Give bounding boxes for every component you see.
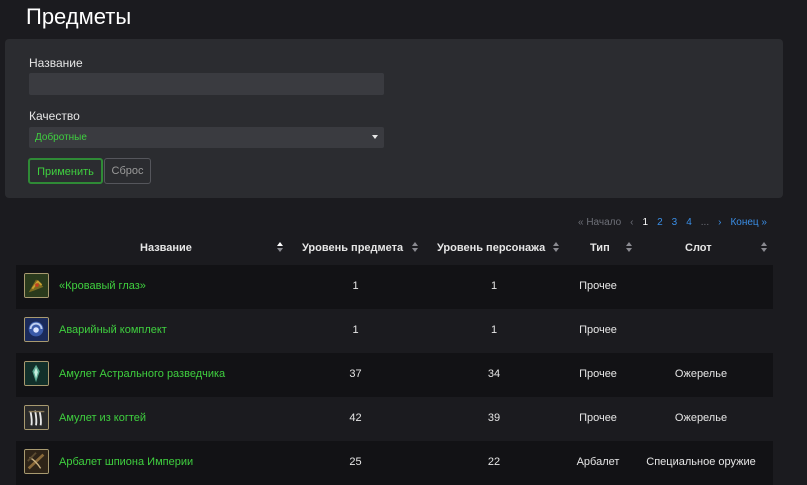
item-name-link[interactable]: Аварийный комплект <box>59 324 167 336</box>
page-title: Предметы <box>26 4 132 29</box>
sort-asc-icon[interactable] <box>277 242 283 252</box>
header-type[interactable]: Тип <box>590 242 610 254</box>
name-label: Название <box>29 56 83 70</box>
slot-cell: Ожерелье <box>674 368 728 380</box>
item-level-cell: 42 <box>349 412 362 424</box>
emergency-kit-icon[interactable] <box>24 317 49 342</box>
pagination-page-2[interactable]: 2 <box>657 217 663 228</box>
claw-amulet-icon[interactable] <box>24 405 49 430</box>
table-row: Арбалет шпиона Империи 25 22 Арбалет Спе… <box>16 441 773 485</box>
filter-panel: Название Качество Добротные Применить Сб… <box>5 39 783 198</box>
name-input[interactable] <box>29 73 384 95</box>
pagination-page-4[interactable]: 4 <box>686 217 692 228</box>
type-cell: Прочее <box>579 324 617 336</box>
quality-select-value: Добротные <box>35 132 87 143</box>
char-level-cell: 1 <box>490 324 498 336</box>
red-eye-gem-icon[interactable] <box>24 273 49 298</box>
table-row: Амулет Астрального разведчика 37 34 Проч… <box>16 353 773 397</box>
pagination-next[interactable]: › <box>718 217 721 228</box>
header-name[interactable]: Название <box>140 242 192 254</box>
sort-icon[interactable] <box>553 242 559 252</box>
pagination-first[interactable]: « Начало <box>578 217 621 228</box>
char-level-cell: 1 <box>490 280 498 292</box>
char-level-cell: 22 <box>487 456 501 468</box>
item-name-link[interactable]: Амулет из когтей <box>59 412 146 424</box>
slot-cell: Ожерелье <box>674 412 728 424</box>
table-row: «Кровавый глаз» 1 1 Прочее <box>16 265 773 309</box>
table-row: Аварийный комплект 1 1 Прочее <box>16 309 773 353</box>
pagination: « Начало ‹ 1 2 3 4 ... › Конец » <box>578 217 767 228</box>
type-cell: Прочее <box>579 368 617 380</box>
item-level-cell: 1 <box>352 280 359 292</box>
item-level-cell: 25 <box>349 456 362 468</box>
header-char-level[interactable]: Уровень персонажа <box>437 242 545 254</box>
chevron-down-icon <box>372 135 378 139</box>
slot-cell: Специальное оружие <box>646 456 756 468</box>
type-cell: Прочее <box>579 412 617 424</box>
quality-select[interactable]: Добротные <box>29 127 384 148</box>
item-name-link[interactable]: «Кровавый глаз» <box>59 280 146 292</box>
item-level-cell: 1 <box>352 324 359 336</box>
sort-icon[interactable] <box>412 242 418 252</box>
astral-amulet-icon[interactable] <box>24 361 49 386</box>
char-level-cell: 34 <box>487 368 501 380</box>
item-name-link[interactable]: Арбалет шпиона Империи <box>59 456 193 468</box>
pagination-ellipsis: ... <box>700 217 710 228</box>
table-header: Название Уровень предмета Уровень персон… <box>16 238 773 260</box>
header-slot[interactable]: Слот <box>685 242 712 254</box>
pagination-prev[interactable]: ‹ <box>630 217 633 228</box>
crossbow-icon[interactable] <box>24 449 49 474</box>
table-row: Амулет из когтей 42 39 Прочее Ожерелье <box>16 397 773 441</box>
char-level-cell: 39 <box>487 412 501 424</box>
type-cell: Арбалет <box>576 456 620 468</box>
reset-button[interactable]: Сброс <box>104 158 151 184</box>
apply-button[interactable]: Применить <box>28 158 103 184</box>
item-name-link[interactable]: Амулет Астрального разведчика <box>59 368 225 380</box>
quality-label: Качество <box>29 109 80 123</box>
type-cell: Прочее <box>579 280 617 292</box>
pagination-page-3[interactable]: 3 <box>672 217 678 228</box>
sort-icon[interactable] <box>626 242 632 252</box>
header-item-level[interactable]: Уровень предмета <box>302 242 403 254</box>
item-level-cell: 37 <box>349 368 362 380</box>
pagination-page-1[interactable]: 1 <box>643 217 649 228</box>
sort-icon[interactable] <box>761 242 767 252</box>
pagination-last[interactable]: Конец » <box>730 217 767 228</box>
